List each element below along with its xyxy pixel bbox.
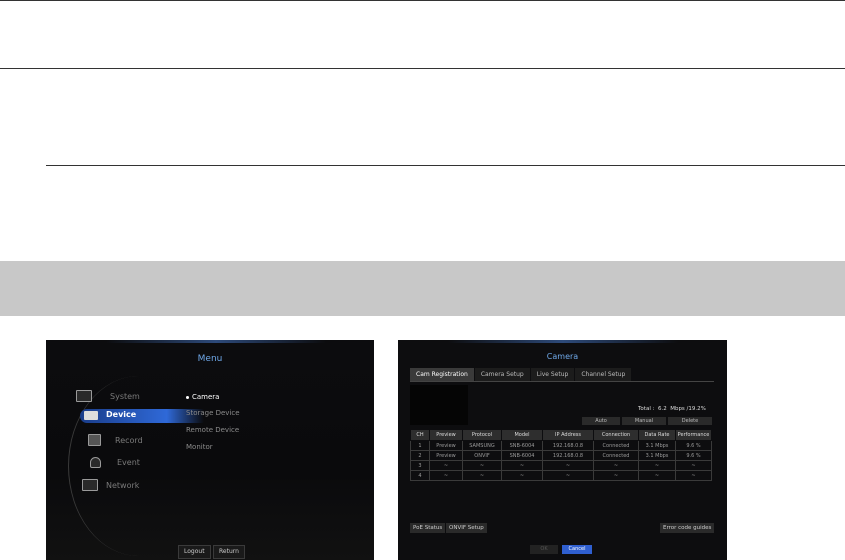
- onvif-setup-button[interactable]: ONVIF Setup: [446, 523, 487, 533]
- note-bar: [0, 261, 845, 316]
- column-header: Preview: [429, 429, 463, 441]
- table-cell: SAMSUNG: [462, 440, 502, 451]
- tab-camera-setup[interactable]: Camera Setup: [474, 368, 530, 381]
- table-cell: ~: [462, 460, 502, 471]
- column-header: CH: [410, 429, 430, 441]
- tab-live-setup[interactable]: Live Setup: [530, 368, 575, 381]
- table-cell: ~: [462, 470, 502, 481]
- table-cell: 9.6 %: [675, 450, 712, 461]
- auto-button[interactable]: Auto: [582, 417, 620, 425]
- table-cell: 3: [410, 460, 430, 471]
- return-button[interactable]: Return: [213, 545, 245, 559]
- record-icon: [88, 434, 101, 446]
- menu-item-record[interactable]: Record: [88, 434, 143, 446]
- monitor-icon: [76, 390, 92, 402]
- table-cell: ~: [675, 470, 712, 481]
- table-cell: ~: [638, 460, 676, 471]
- ok-button[interactable]: OK: [530, 545, 558, 554]
- table-cell: 4: [410, 470, 430, 481]
- column-header: Data Rate: [638, 429, 676, 441]
- camera-title: Camera: [546, 352, 579, 361]
- table-row[interactable]: 1 Preview SAMSUNG SNB-6004 192.168.0.8 C…: [410, 440, 712, 451]
- table-row[interactable]: 4 ~ ~ ~ ~ ~ ~ ~: [410, 470, 712, 481]
- menu-item-system[interactable]: System: [76, 390, 140, 402]
- table-cell: 3.1 Mbps: [638, 450, 676, 461]
- subsection-rule: [46, 165, 845, 166]
- camera-icon: [84, 411, 98, 420]
- submenu-monitor[interactable]: Monitor: [186, 443, 213, 451]
- delete-button[interactable]: Delete: [668, 417, 712, 425]
- table-cell: ~: [638, 470, 676, 481]
- table-cell: ~: [593, 460, 639, 471]
- table-cell: SNB-6004: [501, 450, 543, 461]
- menu-item-label: System: [110, 391, 140, 401]
- preview-link[interactable]: Preview: [429, 440, 463, 451]
- total-value: 6.2: [657, 406, 667, 412]
- table-row[interactable]: 3 ~ ~ ~ ~ ~ ~ ~: [410, 460, 712, 471]
- total-unit: Mbps /19.2%: [670, 406, 706, 412]
- table-cell: 2: [410, 450, 430, 461]
- table-cell: SNB-6004: [501, 440, 543, 451]
- table-header-row: CH Preview Protocol Model IP Address Con…: [410, 429, 712, 441]
- menu-item-label: Event: [117, 458, 140, 467]
- preview-link[interactable]: Preview: [429, 450, 463, 461]
- table-cell: 9.6 %: [675, 440, 712, 451]
- event-icon: [90, 457, 101, 468]
- error-code-guides-button[interactable]: Error code guides: [660, 523, 715, 533]
- table-cell: ~: [593, 470, 639, 481]
- network-icon: [82, 479, 98, 491]
- table-row[interactable]: 2 Preview ONVIF SNB-6004 192.168.0.8 Con…: [410, 450, 712, 461]
- column-header: Performance: [675, 429, 712, 441]
- top-glow: [106, 340, 326, 343]
- poe-status-button[interactable]: PoE Status: [410, 523, 446, 533]
- table-cell: ~: [542, 460, 594, 471]
- submenu-camera[interactable]: Camera: [186, 393, 219, 401]
- logout-button[interactable]: Logout: [178, 545, 211, 559]
- submenu-label: Camera: [192, 393, 220, 401]
- camera-table: CH Preview Protocol Model IP Address Con…: [410, 429, 712, 481]
- table-cell: 1: [410, 440, 430, 451]
- total-label: Total :: [638, 406, 655, 412]
- camera-tabs: Cam Registration Camera Setup Live Setup…: [410, 368, 632, 381]
- table-cell: ~: [501, 470, 543, 481]
- menu-screenshot: Menu System Device Record Event Network …: [46, 340, 374, 560]
- camera-screenshot: Camera Cam Registration Camera Setup Liv…: [398, 340, 727, 560]
- preview-window: [410, 385, 468, 425]
- column-header: IP Address: [542, 429, 594, 441]
- table-cell: ~: [501, 460, 543, 471]
- table-cell: Connected: [593, 440, 639, 451]
- menu-item-label: Device: [106, 410, 137, 419]
- column-header: Protocol: [462, 429, 502, 441]
- submenu-remote-device[interactable]: Remote Device: [186, 426, 239, 434]
- table-cell: 192.168.0.8: [542, 450, 594, 461]
- manual-button[interactable]: Manual: [622, 417, 666, 425]
- column-header: Connection: [593, 429, 639, 441]
- table-cell: Connected: [593, 450, 639, 461]
- tab-underline: [410, 381, 714, 382]
- table-cell: ~: [429, 460, 463, 471]
- column-header: Model: [501, 429, 543, 441]
- section-rule: [0, 68, 845, 69]
- table-cell: ONVIF: [462, 450, 502, 461]
- top-rule: [0, 0, 845, 1]
- menu-item-label: Network: [106, 480, 140, 490]
- total-bitrate: Total : 6.2 Mbps /19.2%: [638, 406, 706, 412]
- table-cell: ~: [675, 460, 712, 471]
- cancel-button[interactable]: Cancel: [562, 545, 592, 554]
- table-cell: ~: [542, 470, 594, 481]
- menu-item-event[interactable]: Event: [90, 457, 140, 468]
- table-cell: 192.168.0.8: [542, 440, 594, 451]
- tab-cam-registration[interactable]: Cam Registration: [410, 368, 474, 381]
- tab-channel-setup[interactable]: Channel Setup: [575, 368, 632, 381]
- submenu-storage-device[interactable]: Storage Device: [186, 409, 240, 417]
- selected-dot-icon: [186, 395, 189, 399]
- table-cell: ~: [429, 470, 463, 481]
- menu-title: Menu: [197, 354, 223, 364]
- menu-item-network[interactable]: Network: [82, 479, 139, 491]
- table-cell: 3.1 Mbps: [638, 440, 676, 451]
- top-glow: [448, 340, 678, 343]
- menu-item-label: Record: [115, 435, 143, 445]
